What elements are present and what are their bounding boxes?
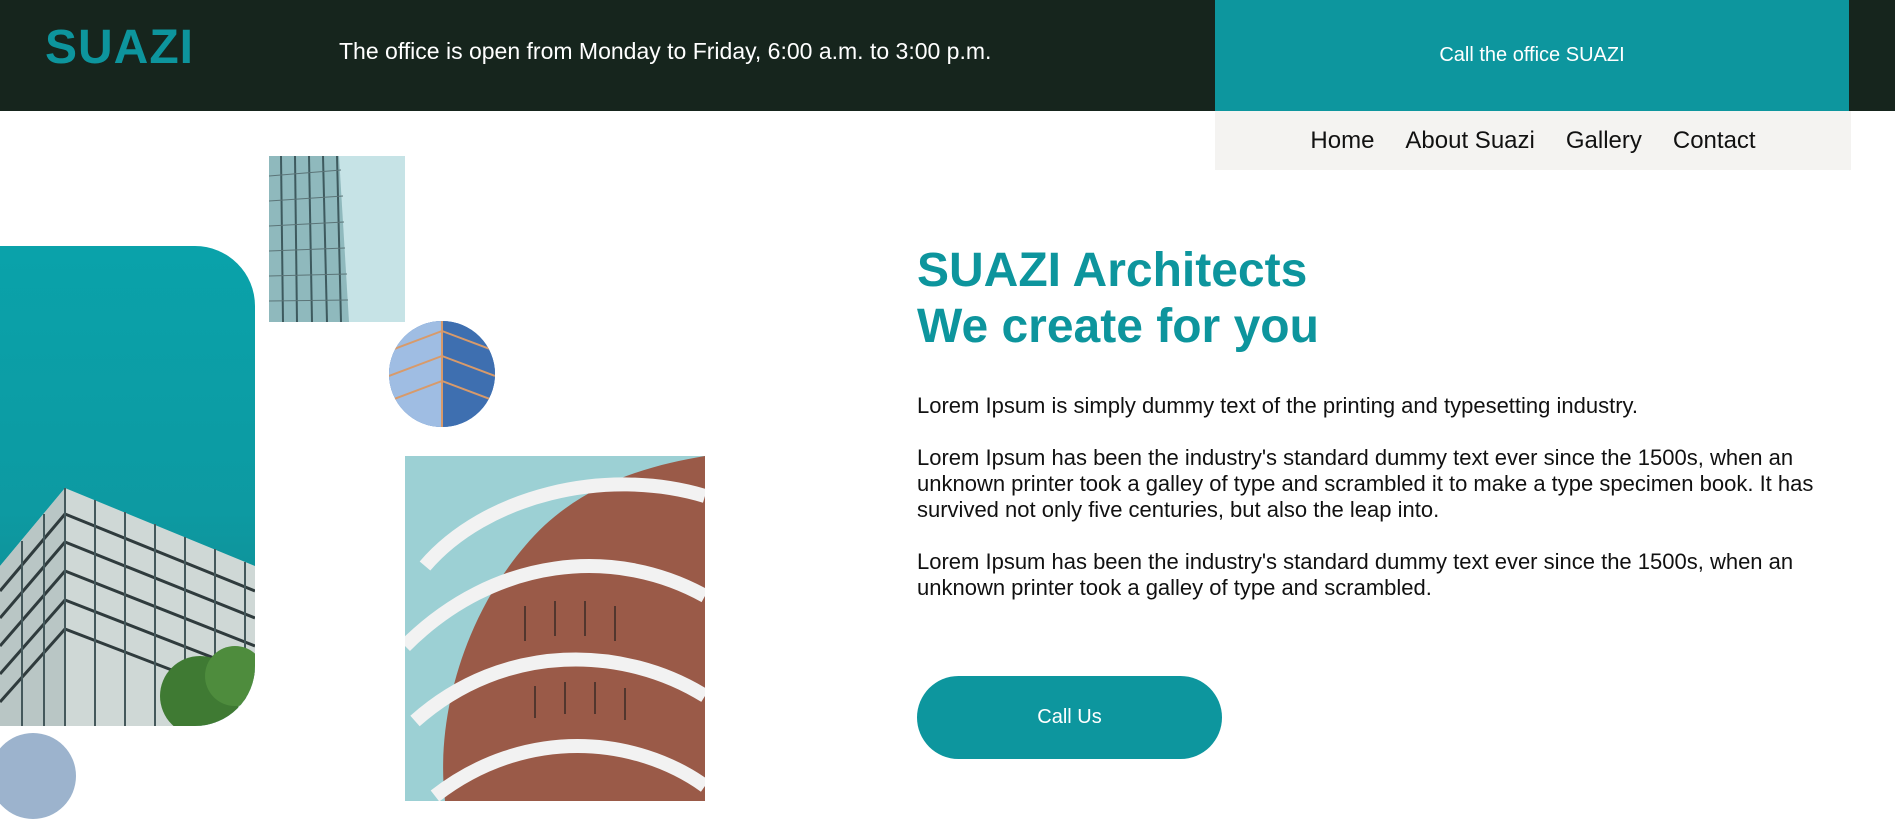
hero-paragraph-2: Lorem Ipsum has been the industry's stan… — [917, 445, 1814, 522]
call-office-button[interactable]: Call the office SUAZI — [1215, 0, 1849, 111]
curved-balcony-building-photo — [405, 456, 705, 801]
hero-title-line2: We create for you — [917, 300, 1319, 353]
glass-tower-round-photo — [389, 321, 495, 427]
nav-item-contact[interactable]: Contact — [1673, 127, 1756, 155]
decorative-circle — [0, 733, 76, 819]
hero-title: SUAZI Architects We create for you — [917, 243, 1319, 355]
skyscraper-photo — [269, 156, 405, 322]
nav-item-home[interactable]: Home — [1310, 127, 1374, 155]
glass-building-photo — [0, 246, 255, 726]
logo[interactable]: SUAZI — [45, 20, 194, 75]
nav-item-gallery[interactable]: Gallery — [1566, 127, 1642, 155]
nav-item-about[interactable]: About Suazi — [1405, 127, 1534, 155]
call-us-button[interactable]: Call Us — [917, 676, 1222, 759]
office-hours-text: The office is open from Monday to Friday… — [339, 38, 992, 64]
top-bar: SUAZI The office is open from Monday to … — [0, 0, 1895, 111]
hero-title-line1: SUAZI Architects — [917, 244, 1308, 297]
main-nav: Home About Suazi Gallery Contact — [1215, 111, 1851, 170]
hero-paragraph-3: Lorem Ipsum has been the industry's stan… — [917, 549, 1794, 600]
hero-paragraph-1: Lorem Ipsum is simply dummy text of the … — [917, 393, 1639, 418]
